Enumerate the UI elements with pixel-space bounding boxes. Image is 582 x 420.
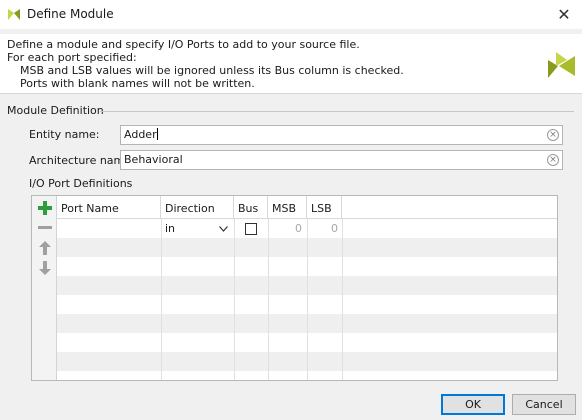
column-header-direction[interactable]: Direction (161, 196, 234, 219)
port-table-panel: Port Name Direction Bus MSB LSB in 0 0 (31, 195, 558, 381)
column-divider (161, 219, 162, 380)
app-logo-icon (8, 9, 20, 20)
entity-name-value: Adder (124, 128, 157, 141)
move-down-button[interactable] (37, 260, 53, 276)
cancel-button[interactable]: Cancel (512, 394, 576, 415)
column-header-port-name[interactable]: Port Name (57, 196, 161, 219)
column-divider (342, 219, 343, 380)
banner-line: Ports with blank names will not be writt… (20, 77, 255, 90)
description-banner: Define a module and specify I/O Ports to… (0, 34, 582, 94)
port-table: Port Name Direction Bus MSB LSB in 0 0 (57, 196, 557, 380)
arrow-down-icon (39, 261, 51, 275)
section-divider (100, 111, 574, 112)
architecture-name-value: Behavioral (124, 153, 183, 166)
module-definition-heading: Module Definition (7, 104, 104, 117)
window-title: Define Module (27, 7, 114, 21)
move-up-button[interactable] (37, 240, 53, 256)
ok-button[interactable]: OK (441, 394, 505, 415)
add-port-button[interactable] (37, 200, 53, 216)
column-divider (307, 219, 308, 380)
vivado-logo-icon (548, 52, 575, 78)
close-button[interactable]: ✕ (546, 0, 582, 29)
direction-select[interactable]: in (165, 221, 231, 237)
entity-name-label: Entity name: (29, 128, 100, 141)
close-icon: ✕ (557, 5, 571, 24)
arrow-up-icon (39, 241, 51, 255)
chevron-down-icon (219, 226, 228, 232)
text-caret (156, 128, 158, 140)
column-header-msb[interactable]: MSB (268, 196, 307, 219)
architecture-name-input[interactable]: Behavioral × (120, 150, 563, 170)
bus-checkbox[interactable] (245, 223, 257, 235)
title-bar: Define Module ✕ (0, 0, 582, 29)
column-header-bus[interactable]: Bus (234, 196, 268, 219)
lsb-cell[interactable]: 0 (310, 221, 338, 237)
architecture-name-label: Architecture name: (29, 154, 135, 167)
msb-cell[interactable]: 0 (271, 221, 302, 237)
remove-port-button[interactable] (37, 220, 53, 236)
io-port-definitions-heading: I/O Port Definitions (29, 177, 133, 190)
column-divider (234, 219, 235, 380)
direction-value: in (165, 222, 176, 235)
banner-line: For each port specified: (7, 51, 137, 64)
port-toolbar (32, 196, 57, 380)
clear-icon[interactable]: × (547, 154, 559, 166)
clear-icon[interactable]: × (547, 129, 559, 141)
minus-icon (38, 226, 52, 229)
column-header-lsb[interactable]: LSB (307, 196, 342, 219)
plus-icon (38, 201, 52, 215)
column-divider (268, 219, 269, 380)
banner-line: Define a module and specify I/O Ports to… (7, 38, 360, 51)
entity-name-input[interactable]: Adder × (120, 125, 563, 145)
banner-line: MSB and LSB values will be ignored unles… (20, 64, 404, 77)
